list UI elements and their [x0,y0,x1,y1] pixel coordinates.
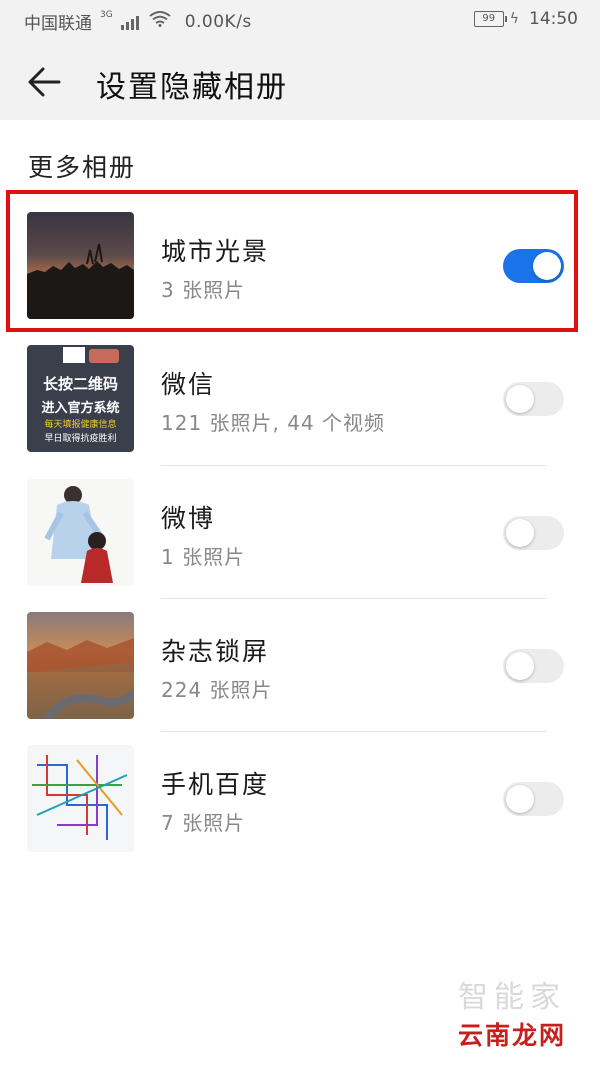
network-type: 3G [100,9,113,20]
highlight-frame [6,190,578,332]
album-count: 7 张照片 [161,811,246,835]
hide-album-toggle[interactable] [503,649,564,683]
watermark: 智能家 云南龙网 [457,972,566,1052]
album-row-wechat[interactable]: 长按二维码 进入官方系统 每天填报健康信息 早日取得抗疫胜利 微信 121 张照… [0,345,600,478]
album-name: 手机百度 [161,770,270,799]
hide-album-toggle[interactable] [503,782,564,816]
divider [161,731,547,732]
app-header: 设置隐藏相册 [0,40,600,120]
album-thumbnail [27,612,134,719]
thumb-text: 早日取得抗疫胜利 [44,434,117,444]
album-count: 1 张照片 [161,545,246,569]
album-name: 杂志锁屏 [161,637,270,666]
clock: 14:50 [529,9,578,29]
battery-icon: 99 [473,11,507,27]
page-title: 设置隐藏相册 [96,70,288,105]
back-button[interactable] [22,60,66,104]
thumb-text: 长按二维码 [42,375,118,393]
divider [161,465,547,466]
hidden-albums-screen: 中国联通 3G 0.00K/s 99 ϟ 14:50 设置隐藏相册 更多相册 城… [0,0,600,1066]
album-row-weibo[interactable]: 微博 1 张照片 [0,479,600,612]
hide-album-toggle[interactable] [503,516,564,550]
thumb-text: 进入官方系统 [41,401,120,416]
album-name: 微博 [161,504,216,533]
section-title: 更多相册 [28,153,137,182]
wifi-icon [149,11,171,32]
watermark-top: 智能家 [458,980,566,1015]
watermark-bottom: 云南龙网 [457,1016,566,1052]
album-row-baidu[interactable]: 手机百度 7 张照片 [0,745,600,878]
thumb-text: 每天填报健康信息 [44,420,117,430]
charging-icon: ϟ [509,11,519,27]
carrier-label: 中国联通 [24,14,92,34]
network-speed: 0.00K/s [184,11,252,32]
album-thumbnail [27,745,134,852]
album-thumbnail [27,479,134,586]
album-count: 121 张照片, 44 个视频 [161,411,386,435]
album-thumbnail: 长按二维码 进入官方系统 每天填报健康信息 早日取得抗疫胜利 [27,345,134,452]
signal-icon [120,14,139,30]
status-bar: 中国联通 3G 0.00K/s 99 ϟ 14:50 [0,0,600,40]
hide-album-toggle[interactable] [503,382,564,416]
album-row-magazine[interactable]: 杂志锁屏 224 张照片 [0,612,600,745]
divider [161,598,547,599]
album-count: 224 张照片 [161,678,273,702]
arrow-left-icon [28,67,61,97]
album-name: 微信 [161,370,216,399]
